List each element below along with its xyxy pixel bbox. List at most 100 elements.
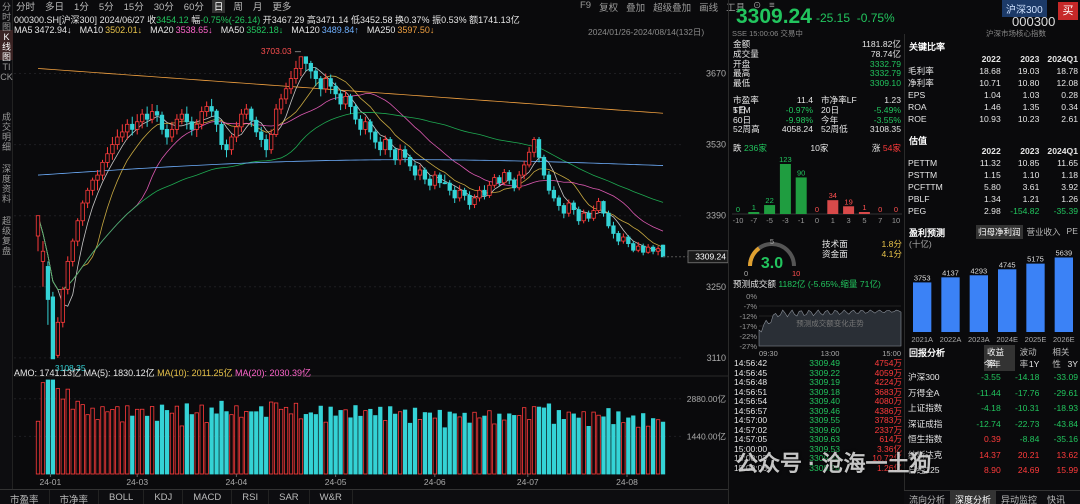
left-tab-3[interactable]: 成交明细: [0, 110, 13, 162]
volume-bar: [636, 426, 641, 475]
period-tab-9[interactable]: 月: [251, 0, 265, 13]
volume-bar: [378, 406, 383, 475]
candle-body: [303, 56, 309, 64]
candle-body: [507, 172, 512, 181]
ret-value: -35.16: [1053, 434, 1079, 444]
indicator-tab-6[interactable]: SAR: [269, 490, 310, 504]
candle-body: [631, 243, 636, 251]
key-ratios-title: 关键比率: [909, 42, 946, 52]
volume-bar: [278, 408, 284, 475]
volume-bar: [358, 415, 363, 475]
period-tab-3[interactable]: 5分: [97, 0, 116, 13]
candle-body: [343, 95, 348, 105]
rb-tab-2[interactable]: 异动监控: [996, 491, 1042, 504]
candle-body: [526, 151, 532, 166]
volume-bar: [264, 416, 269, 475]
indicator-tab-5[interactable]: RSI: [232, 490, 270, 504]
candle-body: [199, 111, 204, 125]
period-tab-10[interactable]: 更多: [270, 0, 293, 13]
candle-body: [130, 123, 135, 130]
volume-bar: [437, 409, 442, 475]
tool-0[interactable]: F9: [580, 0, 591, 14]
left-tab-4[interactable]: 深度资料: [0, 162, 13, 214]
rb-tab-3[interactable]: 快讯: [1042, 491, 1070, 504]
volume-bar: [581, 411, 586, 475]
dual-value: 4058.24: [781, 124, 813, 135]
fc-tab-0[interactable]: 归母净利润: [976, 225, 1023, 239]
low-label: 低: [350, 15, 360, 25]
volume-bar: [174, 405, 180, 475]
fin-value: -154.82: [1010, 206, 1040, 216]
left-tab-1[interactable]: K线图: [0, 30, 13, 62]
volume-bar: [348, 417, 353, 475]
period-tab-6[interactable]: 60分: [182, 0, 206, 13]
volume-bar: [388, 406, 393, 475]
candle-body: [522, 164, 527, 176]
rb-tab-0[interactable]: 流向分析: [904, 491, 950, 504]
candle-body: [497, 177, 502, 184]
left-tab-5[interactable]: 超级复盘: [0, 214, 13, 266]
mini-ytick: -22%: [739, 332, 757, 341]
period-tab-2[interactable]: 1分: [72, 0, 91, 13]
volume-bar: [90, 407, 95, 475]
period-tab-0[interactable]: 分时: [14, 0, 37, 13]
candle-body: [462, 189, 467, 196]
ret-value: -18.93: [1053, 403, 1079, 413]
price-tick: 3110: [707, 353, 726, 363]
candle-body: [125, 123, 130, 133]
indicator-tab-2[interactable]: BOLL: [99, 490, 145, 504]
period-tab-1[interactable]: 多日: [43, 0, 66, 13]
candle-body: [249, 108, 254, 121]
dist-label: 3: [847, 216, 851, 225]
tool-3[interactable]: 超级叠加: [653, 0, 691, 14]
indicator-tab-7[interactable]: W&R: [310, 490, 353, 504]
indicator-tab-4[interactable]: MACD: [183, 490, 233, 504]
fin-value: 2.98: [984, 206, 1001, 216]
tool-1[interactable]: 复权: [599, 0, 618, 14]
fc-tab-2[interactable]: PE: [1065, 225, 1080, 239]
tool-2[interactable]: 叠加: [626, 0, 645, 14]
candle-body: [358, 118, 363, 130]
buy-button[interactable]: 买: [1058, 2, 1078, 20]
volume-bar: [75, 400, 80, 475]
fin-head: 2024Q1: [1047, 54, 1079, 64]
period-tab-7[interactable]: 日: [211, 0, 226, 13]
fc-value: 4137: [942, 268, 959, 277]
period-tab-4[interactable]: 15分: [122, 0, 146, 13]
period-tab-8[interactable]: 周: [231, 0, 245, 13]
period-tab-5[interactable]: 30分: [152, 0, 176, 13]
ret-value: -11.44: [977, 387, 1001, 398]
mini-time: 15:00: [882, 349, 901, 358]
rb-tab-1[interactable]: 深度分析: [950, 491, 997, 504]
info-amp: 0.53%: [441, 15, 467, 25]
left-tab-2[interactable]: TICK: [0, 60, 13, 110]
gauge-mid: 5: [770, 237, 774, 246]
candlestick-chart[interactable]: 367035303390325031103703.033108.353309.2…: [14, 38, 728, 489]
dist-value: 1: [862, 203, 866, 212]
candle-body: [477, 189, 482, 199]
dist-label: -1: [798, 216, 805, 225]
candle-body: [65, 260, 70, 290]
candle-body: [85, 189, 90, 204]
forecast-mini-chart: 0%-7%-12%-17%-22%-27% 预测成交额变化走势 09:30 13:00…: [739, 292, 902, 358]
tool-4[interactable]: 画线: [699, 0, 718, 14]
indicator-tab-0[interactable]: 市盈率: [0, 490, 50, 504]
volume-bar: [120, 421, 125, 475]
candle-body: [531, 139, 537, 153]
fc-year: 2022A: [940, 335, 962, 344]
left-tab-0[interactable]: 分时图: [0, 0, 13, 32]
candle-body: [472, 197, 477, 205]
volume-bar: [144, 415, 150, 475]
open-label: 开: [262, 15, 272, 25]
indicator-tab-3[interactable]: KDJ: [144, 490, 184, 504]
change-distribution-chart: 0-101-722-5123-390-1003411931507010: [732, 155, 902, 225]
ret-value: 15.99: [1056, 465, 1079, 475]
fc-tab-1[interactable]: 营业收入: [1025, 225, 1063, 239]
ma120-line: [37, 159, 664, 176]
indicator-tab-1[interactable]: 市净率: [50, 490, 100, 504]
fc-bar: [941, 277, 960, 332]
info-turn: 0.37%: [404, 15, 430, 25]
ret-row: 日经225 8.90 24.69 15.99: [908, 463, 1078, 479]
volume-bar: [110, 409, 115, 475]
volume-bar: [596, 414, 601, 475]
